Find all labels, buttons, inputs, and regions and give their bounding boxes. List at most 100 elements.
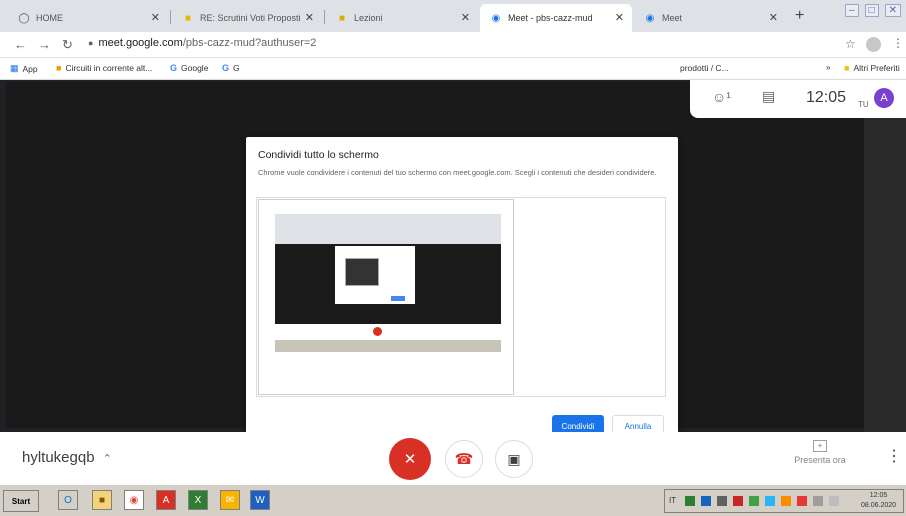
close-window-icon[interactable]: ✕: [884, 4, 901, 17]
tab-mail[interactable]: ■ RE: Scrutini Voti Proposti ✕: [172, 4, 322, 32]
apps-grid-icon: ▦: [10, 63, 19, 73]
bookmark-google[interactable]: G Google: [170, 63, 208, 73]
thumb-taskbar: [275, 340, 501, 352]
tray-network-icon[interactable]: [717, 496, 727, 506]
language-indicator[interactable]: IT: [669, 496, 676, 505]
thumb-dialog-button: [391, 296, 405, 301]
windows-taskbar: Start O ■ ◉ A X ✉ W IT 12:05 08.06.2020: [0, 484, 906, 516]
share-screen-dialog: Condividi tutto lo schermo Chrome vuole …: [246, 137, 678, 448]
minimize-icon[interactable]: –: [845, 4, 859, 17]
bookmark-prodotti[interactable]: prodotti / C...: [680, 63, 729, 73]
system-tray: IT 12:05 08.06.2020: [664, 489, 904, 513]
excel-icon[interactable]: X: [188, 490, 208, 510]
mic-off-button[interactable]: ✕: [389, 438, 431, 480]
more-options-icon[interactable]: ⋮: [886, 446, 902, 466]
forward-icon[interactable]: →: [38, 37, 51, 52]
word-icon[interactable]: W: [250, 490, 270, 510]
close-tab-icon[interactable]: ✕: [769, 11, 778, 24]
close-tab-icon[interactable]: ✕: [615, 11, 624, 24]
video-side-strip: [864, 80, 906, 432]
tray-app-icon[interactable]: [701, 496, 711, 506]
window-controls: – □ ✕: [845, 4, 901, 17]
url-host: meet.google.com: [98, 37, 183, 49]
outlook-icon[interactable]: O: [58, 490, 78, 510]
tab-separator: [170, 10, 171, 24]
thumb-meet-bar: [275, 324, 501, 340]
mail-app-icon[interactable]: ✉: [220, 490, 240, 510]
bookmarks-bar: ▦ App ■ Circuiti in corrente alt... G Go…: [0, 58, 906, 80]
bookmark-label: Google: [181, 63, 209, 73]
folder-icon: ■: [844, 63, 850, 73]
present-label: Presenta ora: [794, 455, 846, 465]
meeting-time: 12:05: [806, 89, 847, 106]
meet-info-panel: ☺¹ ▤ 12:05 TU A: [690, 80, 906, 118]
bookmark-label: Altri Preferiti: [853, 63, 900, 73]
acrobat-icon[interactable]: A: [156, 490, 176, 510]
google-icon: G: [170, 63, 178, 73]
address-bar: ← → ↻ ● meet.google.com/pbs-cazz-mud?auth…: [0, 32, 906, 58]
bookmark-icon: ■: [56, 63, 62, 73]
thumb-browser-chrome: [275, 214, 501, 244]
meet-stage: ☺¹ ▤ 12:05 TU A Condividi tutto lo scher…: [0, 80, 906, 448]
reload-icon[interactable]: ↻: [62, 37, 73, 53]
screen-thumbnail[interactable]: [258, 199, 514, 395]
present-now-button[interactable]: + Presenta ora: [788, 440, 852, 465]
chrome-icon[interactable]: ◉: [124, 490, 144, 510]
bookmark-circuiti[interactable]: ■ Circuiti in corrente alt...: [56, 63, 152, 73]
mail-icon: ■: [184, 12, 192, 24]
tray-app-icon[interactable]: [685, 496, 695, 506]
tray-app-icon[interactable]: [765, 496, 775, 506]
dialog-title: Condividi tutto lo schermo: [258, 149, 379, 161]
chat-icon[interactable]: ▤: [762, 88, 775, 105]
mic-off-icon: ✕: [403, 451, 417, 468]
tray-app-icon[interactable]: [829, 496, 839, 506]
camera-icon: ▣: [507, 450, 521, 467]
tab-home[interactable]: ◯ HOME ✕: [8, 4, 168, 32]
clock-time: 12:05: [869, 492, 888, 499]
screen-choice-panel: [256, 197, 666, 397]
lessons-icon: ■: [338, 12, 346, 24]
tab-meet-active[interactable]: ◉ Meet - pbs-cazz-mud ✕: [480, 4, 632, 32]
meet-control-bar: hyltukegqb ⌃ ✕ ☎ ▣ + Presenta ora ⋮: [0, 432, 906, 484]
new-tab-icon[interactable]: +: [795, 7, 804, 25]
hang-up-button[interactable]: ☎: [445, 440, 483, 478]
tab-title: RE: Scrutini Voti Proposti: [200, 13, 301, 23]
start-label: Start: [11, 496, 31, 506]
chevron-up-icon: ⌃: [102, 453, 112, 465]
bookmark-altri[interactable]: ■ Altri Preferiti: [844, 63, 900, 73]
tray-security-icon[interactable]: [733, 496, 743, 506]
camera-button[interactable]: ▣: [495, 440, 533, 478]
tray-app-icon[interactable]: [781, 496, 791, 506]
thumb-dialog-preview: [345, 258, 379, 286]
clock-date: 08.06.2020: [861, 502, 897, 509]
profile-icon[interactable]: [866, 37, 881, 52]
menu-icon[interactable]: ⋮: [892, 36, 904, 50]
close-tab-icon[interactable]: ✕: [151, 11, 160, 24]
maximize-icon[interactable]: □: [864, 4, 879, 17]
back-icon[interactable]: ←: [14, 37, 27, 52]
dialog-description: Chrome vuole condividere i contenuti del…: [258, 168, 657, 177]
tab-meet[interactable]: ◉ Meet ✕: [634, 4, 786, 32]
tab-lezioni[interactable]: ■ Lezioni ✕: [326, 4, 478, 32]
bookmark-apps[interactable]: ▦ App: [10, 63, 38, 74]
bookmark-google-2[interactable]: G G: [222, 63, 240, 73]
tray-app-icon[interactable]: [749, 496, 759, 506]
bookmark-label: prodotti / C...: [680, 63, 729, 73]
tab-separator: [324, 10, 325, 24]
meeting-details-toggle[interactable]: hyltukegqb ⌃: [22, 449, 112, 466]
star-icon[interactable]: ☆: [845, 37, 856, 51]
tray-volume-icon[interactable]: [813, 496, 823, 506]
present-icon: +: [813, 440, 827, 452]
tray-app-icon[interactable]: [797, 496, 807, 506]
avatar[interactable]: A: [874, 88, 894, 108]
more-bookmarks-icon[interactable]: »: [826, 63, 830, 72]
url-field[interactable]: ● meet.google.com/pbs-cazz-mud?authuser=2: [88, 37, 316, 49]
close-tab-icon[interactable]: ✕: [305, 11, 314, 24]
start-button[interactable]: Start: [3, 490, 39, 512]
folder-icon[interactable]: ■: [92, 490, 112, 510]
bookmark-label: App: [22, 63, 38, 74]
tab-title: HOME: [36, 13, 63, 23]
close-tab-icon[interactable]: ✕: [461, 11, 470, 24]
system-clock[interactable]: 12:05 08.06.2020: [861, 491, 896, 511]
people-icon[interactable]: ☺¹: [712, 89, 731, 105]
